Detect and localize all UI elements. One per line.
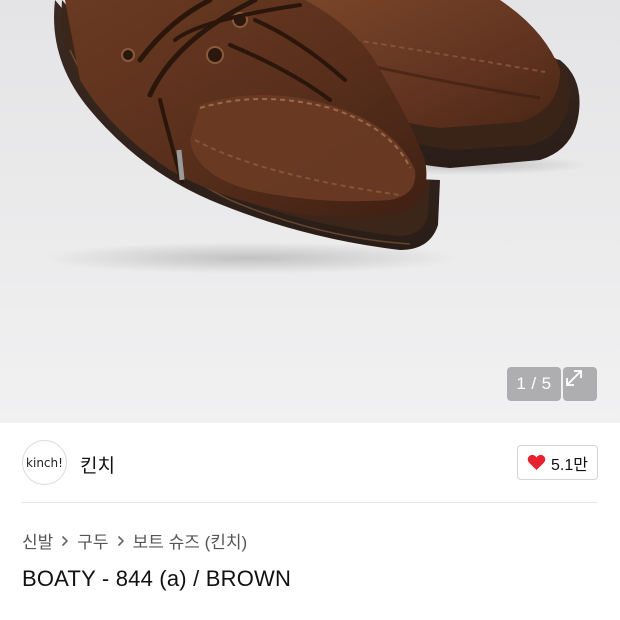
product-title: BOATY - 844 (a) / BROWN [22,566,292,591]
like-button[interactable]: 5.1만 [517,445,598,480]
chevron-right-icon [117,535,125,547]
breadcrumb-item-shoes[interactable]: 신발 [22,528,53,553]
chevron-right-icon [61,535,69,547]
breadcrumb: 신발 구두 보트 슈즈 (킨치) [22,528,247,553]
expand-arrows-icon [566,370,582,386]
heart-icon [527,454,546,471]
product-image-gallery[interactable]: 1 / 5 [0,0,620,423]
current-page: 1 [516,374,527,393]
product-photo [40,0,590,274]
breadcrumb-item-dress-shoes[interactable]: 구두 [77,528,108,553]
brand-logo-text: kinch! [26,455,63,470]
page-separator: / [531,374,537,393]
brand-row: kinch! 킨치 5.1만 [0,423,620,503]
divider [22,502,598,503]
brand-logo[interactable]: kinch! [22,440,67,485]
image-page-counter: 1 / 5 [507,367,561,401]
total-pages: 5 [541,374,552,393]
breadcrumb-item-boat-shoes[interactable]: 보트 슈즈 (킨치) [133,528,248,553]
expand-image-button[interactable] [563,367,597,401]
like-count: 5.1만 [551,456,588,474]
brand-name[interactable]: 킨치 [80,451,115,478]
